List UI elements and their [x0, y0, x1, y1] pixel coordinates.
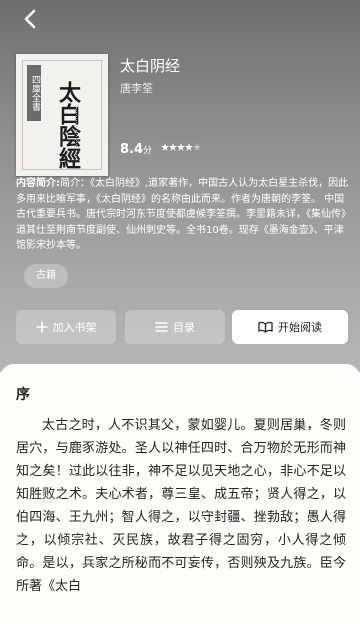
category-tag[interactable]: 古籍	[24, 264, 68, 288]
plus-icon	[35, 321, 48, 333]
rating-score: 8.4	[120, 142, 144, 157]
intro-text: 简介：《太白阴经》,道家著作，中国古人认为太白星主杀伐，因此多用来比喻军事，《太…	[16, 178, 349, 251]
rating-stars	[161, 143, 202, 153]
book-author: 唐李筌	[120, 82, 153, 95]
book-cover: 四庫全書 太白陰經	[16, 54, 108, 176]
book-title: 太白阴经	[120, 57, 181, 75]
table-of-contents-button[interactable]: 目录	[125, 310, 225, 344]
excerpt-text: 太古之时，人不识其父，蒙如婴儿。夏则居巢，冬则居穴，与鹿豕游处。圣人以神任四时、…	[16, 418, 346, 594]
rating: 8.4分	[120, 138, 202, 157]
intro-label: 内容简介:	[16, 178, 60, 189]
rating-unit: 分	[143, 146, 153, 156]
book-intro: 内容简介:简介：《太白阴经》,道家著作，中国古人认为太白星主杀伐，因此多用来比喻…	[16, 176, 350, 254]
excerpt-section-title: 序	[16, 387, 30, 403]
add-to-shelf-button[interactable]: 加入书架	[16, 310, 116, 344]
cover-decoration	[76, 107, 95, 157]
list-icon	[155, 321, 168, 333]
chevron-left-icon	[24, 9, 36, 29]
start-reading-label: 开始阅读	[278, 321, 322, 334]
start-reading-button[interactable]: 开始阅读	[232, 310, 348, 344]
back-button[interactable]	[22, 6, 54, 34]
cover-series-label: 四庫全書	[27, 65, 41, 121]
book-open-icon	[258, 321, 273, 333]
table-of-contents-label: 目录	[173, 321, 195, 334]
add-to-shelf-label: 加入书架	[52, 321, 97, 334]
